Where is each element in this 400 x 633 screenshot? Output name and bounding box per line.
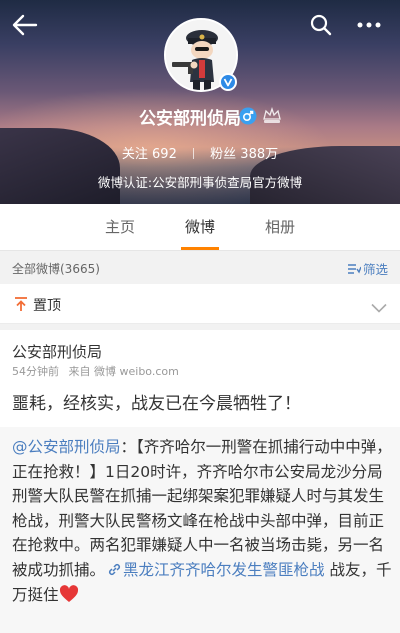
heart-icon (59, 584, 78, 602)
post-author[interactable]: 公安部刑侦局 (12, 341, 102, 362)
post-meta: 54分钟前 来自 微博 weibo.com (12, 363, 179, 379)
fans-count[interactable]: 388万 (240, 147, 278, 162)
stats-divider (193, 148, 194, 159)
pinned-row[interactable]: 置顶 (0, 284, 400, 324)
tab-weibo[interactable]: 微博 (160, 204, 240, 251)
repost-text: @公安部刑侦局：【齐齐哈尔一刑警在抓捕行动中中弹，正在抢救！】1日20时许，齐齐… (12, 435, 393, 607)
arrow-left-icon (12, 14, 38, 36)
all-weibo-count: 全部微博(3665) (12, 262, 100, 276)
pinned-label: 置顶 (33, 298, 61, 314)
tab-home[interactable]: 主页 (80, 204, 160, 251)
weibo-post[interactable]: 公安部刑侦局 54分钟前 来自 微博 weibo.com 噩耗，经核实，战友已在… (0, 330, 400, 633)
fans-label[interactable]: 粉丝 (210, 147, 236, 162)
more-dots-icon (357, 22, 381, 28)
repost-colon: ： (120, 438, 137, 456)
search-icon (310, 14, 332, 36)
topic-text: 黑龙江齐齐哈尔发生警匪枪战 (123, 560, 325, 579)
following-count[interactable]: 692 (152, 147, 177, 162)
following-label[interactable]: 关注 (122, 147, 148, 162)
search-button[interactable] (304, 8, 338, 42)
pin-arrow-icon (13, 296, 29, 316)
post-text: 噩耗，经核实，战友已在今晨牺牲了！ (12, 394, 301, 414)
verification-text: 微博认证:公安部刑事侦查局官方微博 (97, 175, 303, 190)
filter-label: 筛选 (362, 262, 388, 277)
tab-album[interactable]: 相册 (240, 204, 320, 251)
link-icon (109, 563, 121, 575)
filter-list-icon (347, 263, 361, 274)
post-time: 54分钟前 (12, 365, 59, 378)
profile-name: 公安部刑侦局 (139, 109, 241, 129)
cover-rock-left (0, 128, 120, 204)
crown-level-icon (262, 106, 282, 125)
post-source-prefix: 来自 (68, 365, 91, 378)
male-icon (239, 107, 257, 125)
filter-button[interactable]: 筛选 (347, 259, 388, 278)
back-button[interactable] (8, 8, 42, 42)
repost-body: 【齐齐哈尔一刑警在抓捕行动中中弹，正在抢救！】1日20时许，齐齐哈尔市公安局龙沙… (12, 438, 392, 579)
more-button[interactable] (352, 8, 386, 42)
repost-box[interactable]: @公安部刑侦局：【齐齐哈尔一刑警在抓捕行动中中弹，正在抢救！】1日20时许，齐齐… (0, 427, 400, 633)
filter-bar: 全部微博(3665) 筛选 (0, 251, 400, 284)
topic-link[interactable]: 黑龙江齐齐哈尔发生警匪枪战 (105, 561, 325, 579)
repost-mention[interactable]: @公安部刑侦局 (12, 438, 121, 456)
profile-tabs: 主页 微博 相册 (0, 204, 400, 251)
profile-stats: 关注 692 粉丝 388万 (0, 143, 400, 162)
post-source: 微博 weibo.com (94, 365, 179, 378)
chevron-down-icon[interactable] (371, 298, 387, 317)
verified-v-icon (219, 73, 237, 91)
active-tab-indicator (181, 247, 219, 250)
